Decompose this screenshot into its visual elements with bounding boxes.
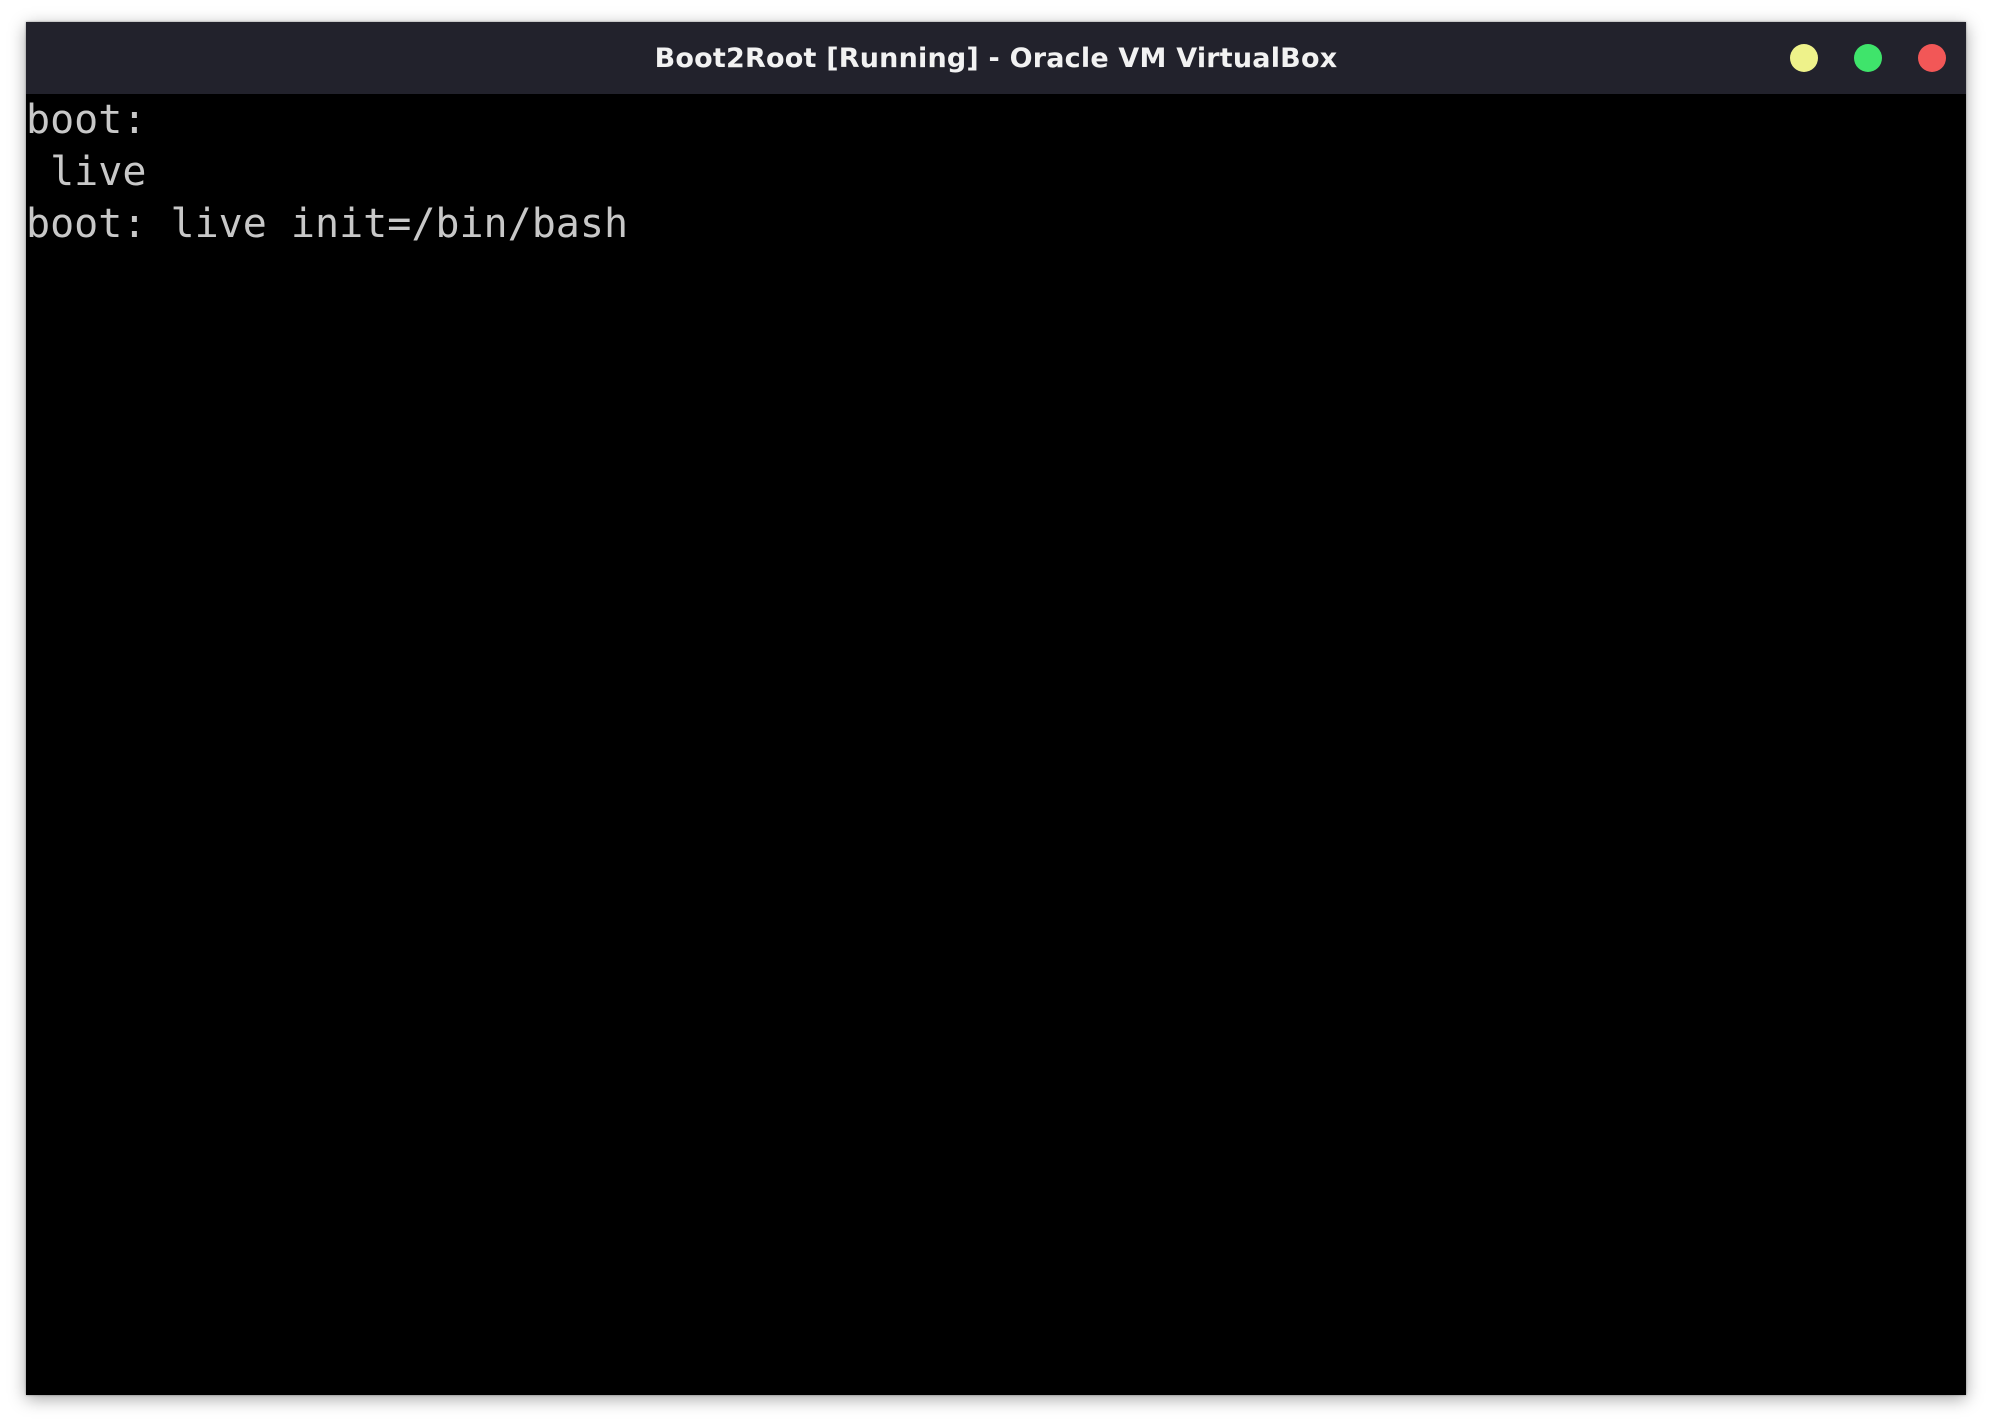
virtualbox-window: Boot2Root [Running] - Oracle VM VirtualB… xyxy=(26,22,1966,1395)
close-button[interactable] xyxy=(1918,44,1946,72)
maximize-button[interactable] xyxy=(1854,44,1882,72)
vm-screen[interactable]: boot: live boot: live init=/bin/bash xyxy=(26,94,1966,1395)
title-bar[interactable]: Boot2Root [Running] - Oracle VM VirtualB… xyxy=(26,22,1966,94)
console-line: boot: live init=/bin/bash xyxy=(26,201,629,247)
window-controls xyxy=(1790,22,1946,94)
console-line: live xyxy=(26,149,147,195)
window-title: Boot2Root [Running] - Oracle VM VirtualB… xyxy=(654,42,1338,74)
boot-console: boot: live boot: live init=/bin/bash xyxy=(26,94,1966,250)
minimize-button[interactable] xyxy=(1790,44,1818,72)
console-line: boot: xyxy=(26,97,147,143)
